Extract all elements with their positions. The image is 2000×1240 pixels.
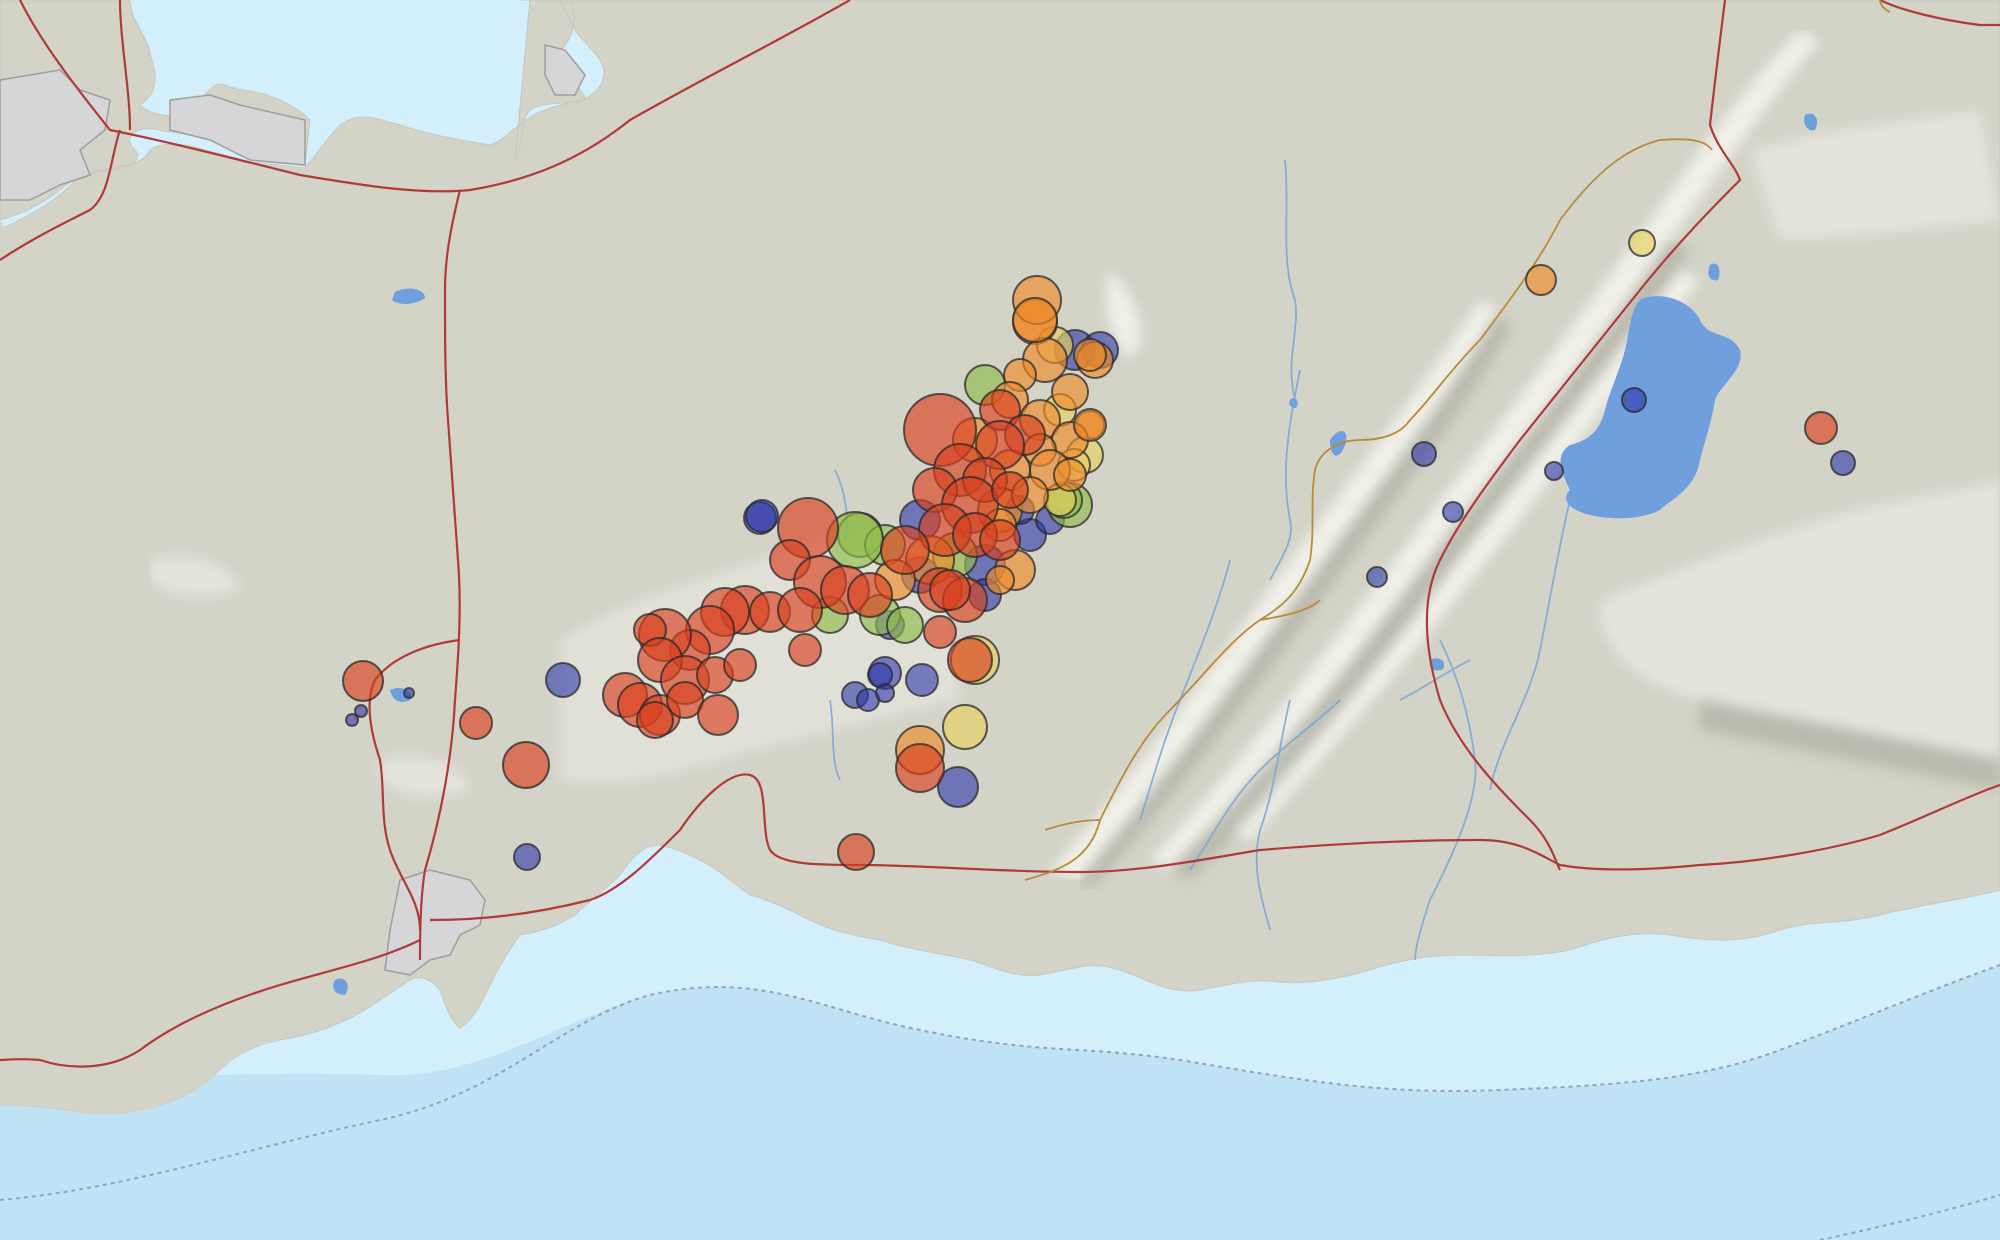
earthquake-marker[interactable] xyxy=(985,565,1015,595)
earthquake-marker[interactable] xyxy=(777,587,823,633)
earthquake-marker[interactable] xyxy=(847,572,893,618)
earthquake-marker[interactable] xyxy=(886,606,924,644)
earthquake-marker[interactable] xyxy=(905,663,939,697)
earthquake-marker[interactable] xyxy=(1525,264,1557,296)
earthquake-marker[interactable] xyxy=(1012,297,1058,343)
earthquake-marker[interactable] xyxy=(403,687,415,699)
earthquake-marker[interactable] xyxy=(459,706,493,740)
earthquake-marker[interactable] xyxy=(1073,338,1107,372)
earthquake-marker[interactable] xyxy=(723,648,757,682)
earthquake-marker[interactable] xyxy=(929,569,971,611)
earthquake-marker[interactable] xyxy=(697,694,739,736)
earthquake-marker[interactable] xyxy=(1544,461,1564,481)
earthquake-marker[interactable] xyxy=(837,833,875,871)
earthquake-marker[interactable] xyxy=(867,662,893,688)
map-view[interactable] xyxy=(0,0,2000,1240)
earthquake-marker[interactable] xyxy=(342,660,384,702)
pond-3 xyxy=(1708,263,1720,281)
earthquake-marker[interactable] xyxy=(1804,411,1838,445)
earthquake-marker[interactable] xyxy=(923,615,957,649)
earthquake-marker[interactable] xyxy=(875,683,895,703)
earthquake-marker[interactable] xyxy=(979,519,1021,561)
earthquake-marker[interactable] xyxy=(1621,387,1647,413)
map-canvas[interactable] xyxy=(0,0,2000,1240)
earthquake-marker[interactable] xyxy=(745,499,779,533)
earthquake-marker[interactable] xyxy=(1411,441,1437,467)
earthquake-marker[interactable] xyxy=(1051,373,1089,411)
earthquake-marker[interactable] xyxy=(1628,229,1656,257)
earthquake-marker[interactable] xyxy=(991,471,1029,509)
earthquake-marker[interactable] xyxy=(1366,566,1388,588)
earthquake-marker[interactable] xyxy=(1053,458,1087,492)
earthquake-marker[interactable] xyxy=(895,743,945,793)
earthquake-marker[interactable] xyxy=(947,637,993,683)
earthquake-marker[interactable] xyxy=(788,633,822,667)
earthquake-marker[interactable] xyxy=(636,701,674,739)
earthquake-marker[interactable] xyxy=(1830,450,1856,476)
earthquake-marker[interactable] xyxy=(880,525,930,575)
earthquake-marker[interactable] xyxy=(513,843,541,871)
earthquake-marker[interactable] xyxy=(1442,501,1464,523)
earthquake-marker[interactable] xyxy=(942,704,988,750)
earthquake-marker[interactable] xyxy=(545,662,581,698)
earthquake-marker[interactable] xyxy=(502,741,550,789)
earthquake-marker[interactable] xyxy=(345,713,359,727)
earthquake-marker[interactable] xyxy=(1073,408,1107,442)
